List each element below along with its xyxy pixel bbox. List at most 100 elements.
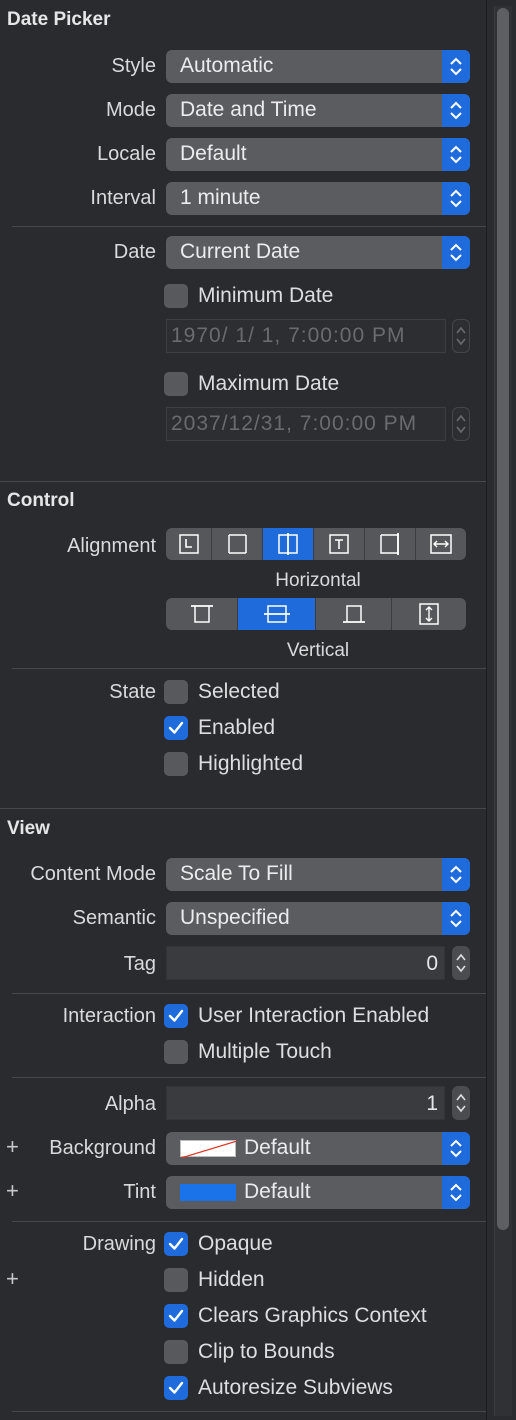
align-top-text-button[interactable] bbox=[314, 528, 365, 560]
hidden-checkbox[interactable] bbox=[164, 1268, 188, 1292]
section-title-view: View bbox=[7, 818, 50, 839]
updown-chevron-icon bbox=[442, 138, 470, 171]
multiple-touch-checkbox[interactable] bbox=[164, 1040, 188, 1064]
user-interaction-label: User Interaction Enabled bbox=[198, 1004, 430, 1027]
style-label: Style bbox=[111, 55, 156, 77]
alpha-stepper[interactable] bbox=[452, 1086, 470, 1120]
clip-to-bounds-checkbox[interactable] bbox=[164, 1340, 188, 1364]
updown-chevron-icon bbox=[442, 236, 470, 269]
semantic-value: Unspecified bbox=[180, 906, 290, 929]
section-divider bbox=[0, 481, 486, 482]
style-value: Automatic bbox=[180, 54, 274, 77]
divider bbox=[12, 993, 486, 994]
align-left-button[interactable] bbox=[166, 528, 212, 560]
autoresize-label: Autoresize Subviews bbox=[198, 1376, 393, 1399]
mode-popup[interactable]: Date and Time bbox=[166, 94, 470, 127]
fill-horizontal-icon bbox=[430, 534, 452, 554]
selected-checkbox[interactable] bbox=[164, 680, 188, 704]
updown-chevron-icon bbox=[442, 902, 470, 935]
align-vcenter-icon bbox=[263, 605, 290, 623]
align-fill-button[interactable] bbox=[416, 528, 466, 560]
align-center-icon bbox=[278, 533, 298, 555]
stepper-icon bbox=[456, 1093, 466, 1113]
tag-stepper[interactable] bbox=[452, 946, 470, 980]
alpha-field[interactable]: 1 bbox=[166, 1086, 445, 1120]
updown-chevron-icon bbox=[442, 50, 470, 83]
maximum-date-field[interactable]: 2037/12/31, 7:00:00 PM bbox=[166, 407, 446, 441]
opaque-checkbox[interactable] bbox=[164, 1232, 188, 1256]
updown-chevron-icon bbox=[442, 1176, 470, 1209]
horizontal-alignment-control[interactable] bbox=[166, 528, 466, 560]
minimum-date-value: 1970/ 1/ 1, 7:00:00 PM bbox=[171, 324, 406, 347]
user-interaction-checkbox[interactable] bbox=[164, 1004, 188, 1028]
style-popup[interactable]: Automatic bbox=[166, 50, 470, 83]
clear-color-swatch bbox=[180, 1140, 237, 1158]
align-vcenter-button[interactable] bbox=[238, 598, 316, 630]
minimum-date-field[interactable]: 1970/ 1/ 1, 7:00:00 PM bbox=[166, 319, 446, 353]
divider bbox=[12, 1221, 486, 1222]
drawing-label: Drawing bbox=[82, 1233, 156, 1255]
locale-label: Locale bbox=[97, 143, 156, 165]
state-label: State bbox=[109, 681, 156, 703]
divider bbox=[12, 668, 486, 669]
autoresize-checkbox[interactable] bbox=[164, 1376, 188, 1400]
section-title-control: Control bbox=[7, 490, 75, 511]
locale-value: Default bbox=[180, 142, 247, 165]
content-mode-label: Content Mode bbox=[30, 863, 156, 885]
checkmark-icon bbox=[168, 1009, 184, 1022]
enabled-label: Enabled bbox=[198, 716, 276, 739]
content-mode-value: Scale To Fill bbox=[180, 862, 293, 885]
date-popup[interactable]: Current Date bbox=[166, 236, 470, 269]
updown-chevron-icon bbox=[442, 182, 470, 215]
scrollbar-thumb[interactable] bbox=[497, 8, 509, 1230]
tag-value: 0 bbox=[426, 952, 438, 975]
content-mode-popup[interactable]: Scale To Fill bbox=[166, 858, 470, 891]
semantic-popup[interactable]: Unspecified bbox=[166, 902, 470, 935]
align-top-button[interactable] bbox=[166, 598, 238, 630]
enabled-checkbox[interactable] bbox=[164, 716, 188, 740]
tint-popup[interactable]: Default bbox=[166, 1176, 470, 1209]
align-top-icon bbox=[190, 605, 213, 623]
alignment-label: Alignment bbox=[67, 535, 156, 557]
align-trailing-button[interactable] bbox=[365, 528, 416, 560]
fill-vertical-icon bbox=[419, 603, 439, 625]
clears-graphics-checkbox[interactable] bbox=[164, 1304, 188, 1328]
mode-value: Date and Time bbox=[180, 98, 317, 121]
background-label: Background bbox=[49, 1137, 156, 1159]
interaction-label: Interaction bbox=[62, 1005, 156, 1027]
alpha-value: 1 bbox=[426, 1092, 438, 1115]
tint-color-swatch bbox=[180, 1184, 236, 1201]
date-value: Current Date bbox=[180, 240, 301, 263]
maximum-date-checkbox[interactable] bbox=[164, 372, 188, 396]
tint-label: Tint bbox=[123, 1181, 156, 1203]
minimum-date-checkbox[interactable] bbox=[164, 284, 188, 308]
add-hidden-variation-button[interactable]: + bbox=[6, 1266, 19, 1292]
align-leading-button[interactable] bbox=[212, 528, 263, 560]
align-vfill-button[interactable] bbox=[392, 598, 466, 630]
updown-chevron-icon bbox=[442, 94, 470, 127]
minimum-date-stepper[interactable] bbox=[452, 319, 470, 353]
checkmark-icon bbox=[168, 1381, 184, 1394]
vertical-alignment-control[interactable] bbox=[166, 598, 466, 630]
minimum-date-label: Minimum Date bbox=[198, 284, 334, 307]
locale-popup[interactable]: Default bbox=[166, 138, 470, 171]
align-center-button[interactable] bbox=[263, 528, 314, 560]
background-popup[interactable]: Default bbox=[166, 1132, 470, 1165]
clears-graphics-label: Clears Graphics Context bbox=[198, 1304, 427, 1327]
interval-popup[interactable]: 1 minute bbox=[166, 182, 470, 215]
align-bottom-icon bbox=[342, 605, 365, 623]
opaque-label: Opaque bbox=[198, 1232, 273, 1255]
alpha-label: Alpha bbox=[104, 1093, 156, 1115]
align-leading-icon bbox=[228, 534, 247, 554]
checkmark-icon bbox=[168, 721, 184, 734]
align-trailing-icon bbox=[380, 533, 399, 555]
divider bbox=[12, 226, 486, 227]
maximum-date-stepper[interactable] bbox=[452, 407, 470, 441]
highlighted-checkbox[interactable] bbox=[164, 752, 188, 776]
align-bottom-button[interactable] bbox=[316, 598, 392, 630]
tag-field[interactable]: 0 bbox=[166, 946, 445, 980]
semantic-label: Semantic bbox=[72, 907, 156, 929]
section-title-date-picker: Date Picker bbox=[7, 9, 111, 30]
maximum-date-label: Maximum Date bbox=[198, 372, 340, 395]
panel-edge bbox=[486, 0, 487, 1420]
